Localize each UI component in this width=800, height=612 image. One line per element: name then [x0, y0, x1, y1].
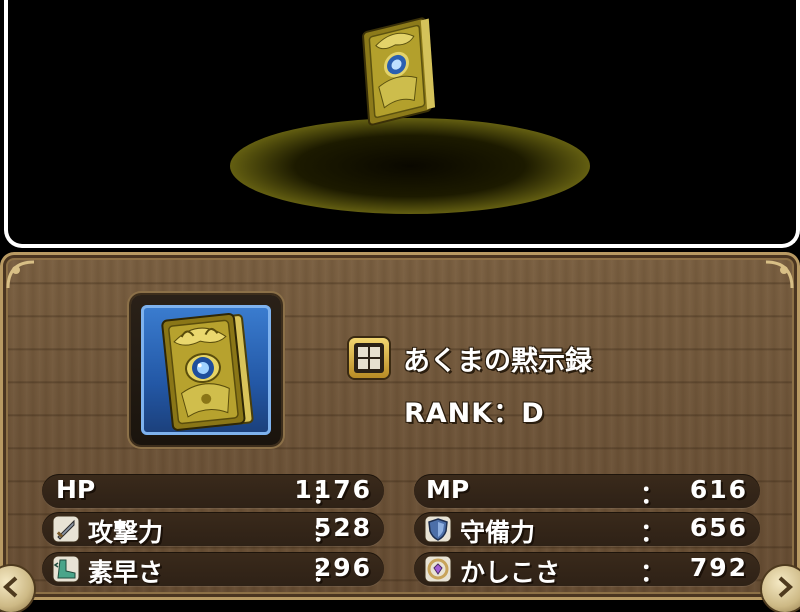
stat-hp: HP ： 1176 [42, 474, 384, 509]
stat-label: HP [56, 475, 96, 504]
stat-wisdom: かしこさ ： 792 [414, 552, 760, 587]
stat-colon: ： [640, 518, 666, 547]
stat-value: 296 [313, 553, 372, 582]
sword-icon [52, 515, 80, 543]
corner-ornament-icon [6, 260, 35, 289]
next-item-button[interactable] [762, 566, 800, 612]
boot-icon [52, 555, 80, 583]
corner-ornament-icon [765, 260, 794, 289]
spotlight-platform [230, 118, 590, 214]
demon-grimoire-icon [161, 313, 254, 431]
stat-label: 素早さ [88, 558, 164, 587]
stat-defense: 守備力 ： 656 [414, 512, 760, 547]
item-thumbnail-frame [131, 295, 281, 445]
gem-ring-icon [424, 555, 452, 583]
stat-value: 656 [689, 513, 748, 542]
stat-value: 1176 [294, 475, 372, 504]
item-name: あくまの黙示録 [403, 345, 592, 377]
stat-value: 792 [689, 553, 748, 582]
stat-mp: MP ： 616 [414, 474, 760, 509]
stat-colon: ： [640, 558, 666, 587]
chevron-right-icon [778, 576, 793, 598]
item-thumbnail [141, 305, 271, 435]
stat-label: かしこさ [460, 558, 561, 587]
grid-type-icon [354, 343, 384, 373]
shield-icon [424, 515, 452, 543]
stat-label: 守備力 [460, 518, 536, 547]
chevron-left-icon [3, 576, 18, 598]
item-rank: RANK：D [404, 398, 545, 429]
stat-speed: 素早さ ： 296 [42, 552, 384, 587]
stat-attack: 攻撃力 ： 528 [42, 512, 384, 547]
item-3d-model[interactable] [361, 14, 438, 128]
item-name-row: あくまの黙示録 [349, 338, 592, 378]
stat-value: 616 [689, 475, 748, 504]
stat-value: 528 [313, 513, 372, 542]
stat-label: 攻撃力 [88, 518, 164, 547]
stat-label: MP [426, 475, 470, 504]
stat-colon: ： [640, 480, 666, 509]
item-3d-viewer[interactable] [4, 0, 800, 248]
item-type-badge [349, 338, 389, 378]
